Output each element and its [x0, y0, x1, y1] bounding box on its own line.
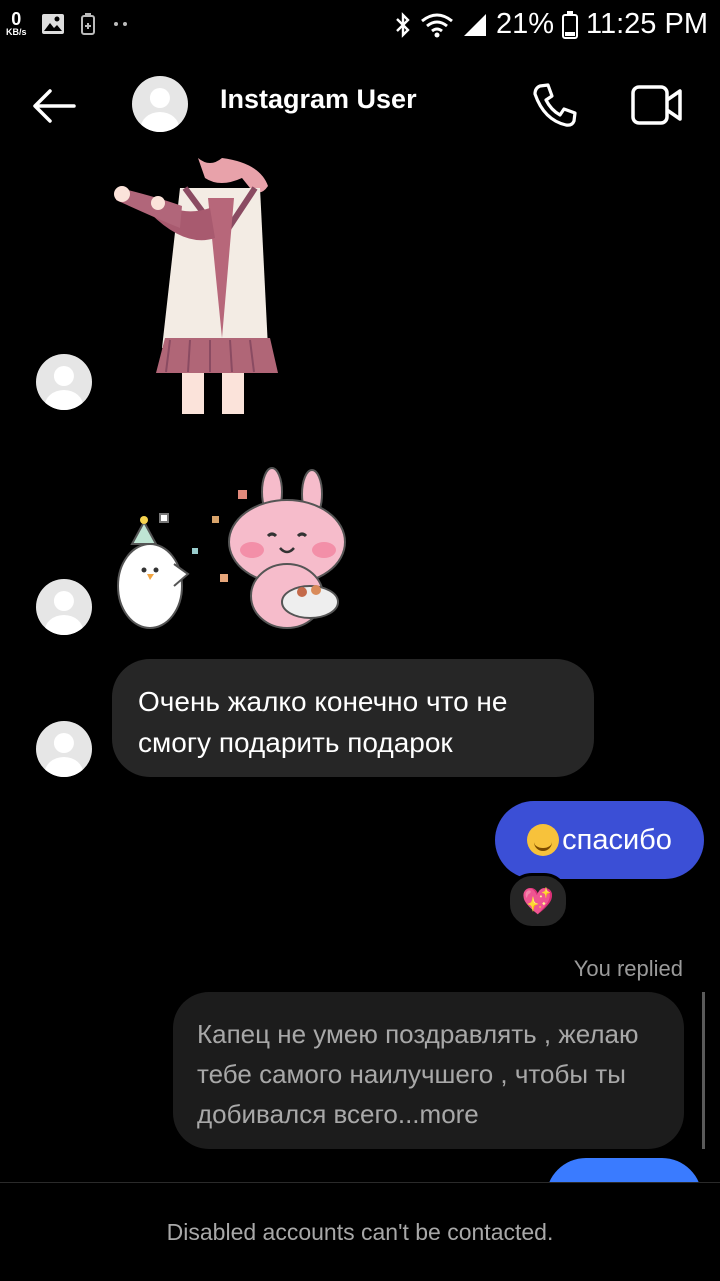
outgoing-message-text: спасибо: [562, 823, 672, 856]
network-speed: 0 KB/s: [6, 10, 27, 37]
sender-avatar[interactable]: [36, 579, 92, 635]
chat-title[interactable]: Instagram User: [220, 84, 417, 115]
gallery-icon: [41, 13, 65, 35]
battery-percent: 21%: [495, 8, 555, 40]
battery-icon: [562, 10, 579, 39]
clock: 11:25 PM: [586, 8, 708, 40]
header-avatar[interactable]: [132, 76, 188, 132]
sender-avatar[interactable]: [36, 721, 92, 777]
back-arrow-icon: [33, 89, 76, 123]
phone-icon: [533, 83, 577, 127]
incoming-message-bubble[interactable]: Очень жалко конечно что не смогу подарит…: [112, 659, 594, 777]
chat-header: Instagram User: [0, 60, 720, 150]
signal-icon: [462, 12, 488, 38]
bunny-bird-party-sticker[interactable]: [112, 464, 350, 634]
network-speed-unit: KB/s: [6, 27, 27, 37]
sparkling-heart-emoji: 💖: [521, 885, 555, 916]
incoming-message-text: Очень жалко конечно что не смогу подарит…: [138, 686, 508, 758]
disabled-account-notice: Disabled accounts can't be contacted.: [0, 1182, 720, 1281]
anime-girl-sticker[interactable]: [110, 158, 280, 414]
status-right: 21% 11:25 PM: [394, 8, 708, 41]
audio-call-button[interactable]: [530, 80, 580, 135]
back-button[interactable]: [30, 86, 80, 126]
replied-message-preview[interactable]: Капец не умею поздравлять , желаю тебе с…: [173, 992, 684, 1149]
status-left: 0 KB/s: [6, 10, 131, 37]
network-speed-value: 0: [11, 9, 22, 29]
sender-avatar[interactable]: [36, 354, 92, 410]
status-bar: 0 KB/s 21% 11:25 PM: [0, 0, 720, 52]
wifi-icon: [420, 12, 454, 38]
disabled-account-notice-text: Disabled accounts can't be contacted.: [166, 1218, 554, 1245]
message-reaction[interactable]: 💖: [507, 873, 569, 929]
video-call-button[interactable]: [630, 84, 684, 131]
outgoing-message-bubble[interactable]: спасибо: [495, 801, 704, 879]
bluetooth-icon: [394, 11, 412, 39]
smiling-face-emoji-icon: [527, 824, 560, 856]
reply-indicator-bar: [702, 992, 705, 1149]
battery-saver-icon: [79, 12, 97, 35]
more-notifications-icon: [111, 20, 131, 28]
see-more-link[interactable]: ...more: [398, 1099, 479, 1129]
video-camera-icon: [631, 85, 682, 125]
you-replied-label: You replied: [573, 956, 683, 981]
